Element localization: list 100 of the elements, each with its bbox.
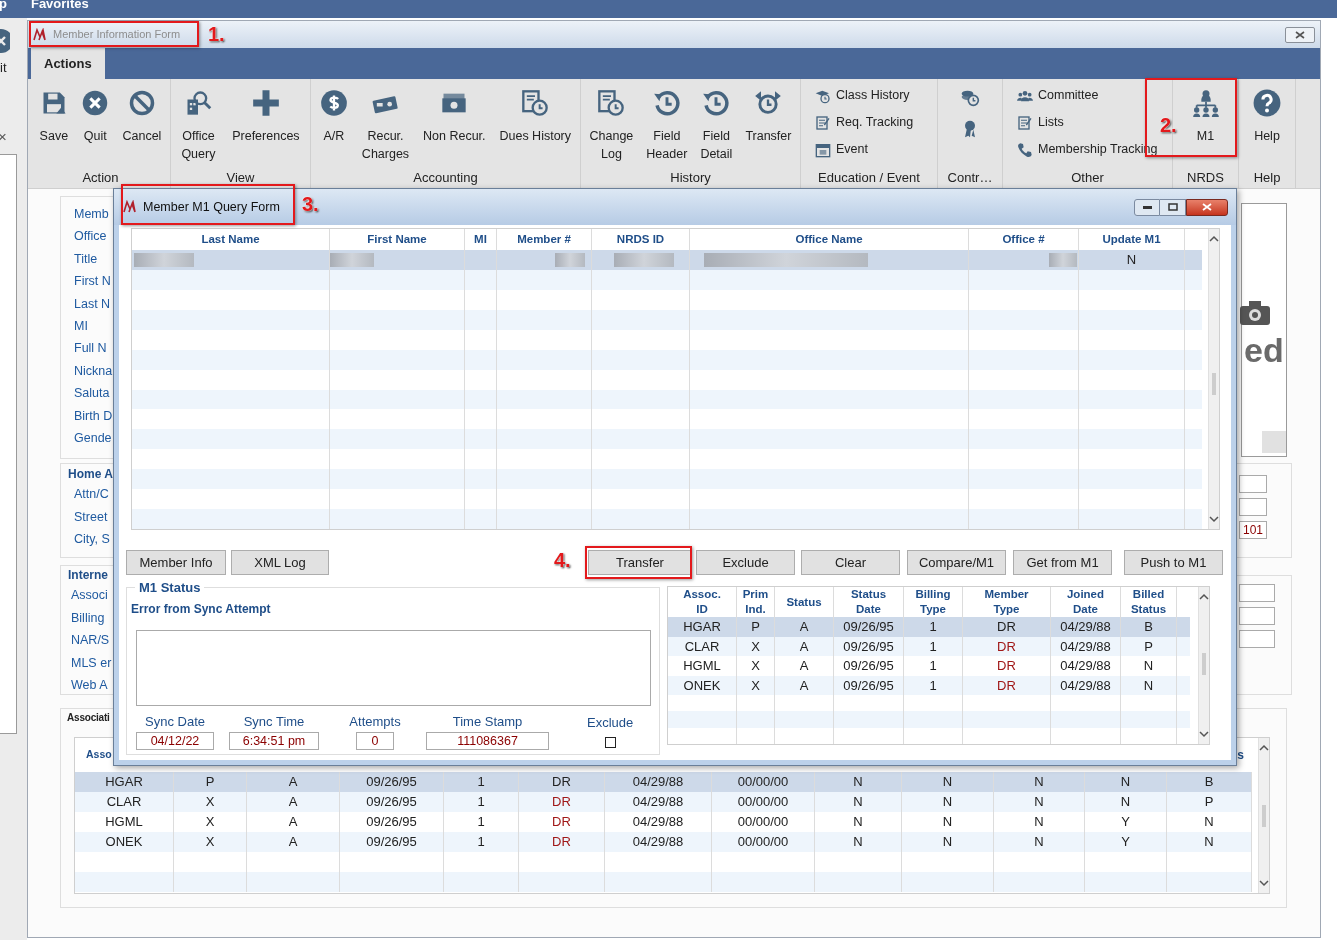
column-header: Status Date: [850, 587, 887, 618]
menu-item[interactable]: p: [0, 0, 7, 18]
table-row[interactable]: CLAR X A 09/26/95 1 DR 04/29/88 P: [668, 636, 1190, 657]
ribbon-button[interactable]: Office Query: [181, 89, 216, 163]
scrollbar-thumb[interactable]: [1262, 804, 1266, 827]
input-field[interactable]: 101: [1239, 521, 1267, 539]
scroll-up-icon[interactable]: [1209, 235, 1219, 242]
scrollbar[interactable]: [1258, 738, 1269, 893]
plus-icon: [251, 89, 280, 117]
column-header: Update M1: [1102, 231, 1161, 247]
table-cell-text: P: [1144, 637, 1153, 656]
table-cell-text: ONEK: [683, 676, 721, 695]
ribbon-button[interactable]: M1: [1191, 89, 1220, 145]
action-button[interactable]: Get from M1: [1013, 550, 1112, 575]
input-field[interactable]: [1239, 630, 1275, 648]
input-field[interactable]: 6:34:51 pm: [229, 732, 319, 750]
table-cell-text: X: [751, 676, 760, 695]
input-field[interactable]: [1239, 607, 1275, 625]
scroll-up-icon[interactable]: [1199, 593, 1209, 600]
table-cell-text: A: [288, 773, 298, 792]
table-cell-text: N: [1143, 657, 1154, 676]
ribbon-button[interactable]: Change Log: [589, 89, 634, 163]
scroll-up-icon[interactable]: [1259, 744, 1269, 751]
action-button[interactable]: Member Info: [126, 550, 226, 575]
annotation-number: 3.: [302, 192, 319, 216]
table-cell-text: 04/29/88: [1060, 676, 1111, 695]
column-header: Office #: [1002, 231, 1045, 247]
field-label: Saluta: [74, 385, 110, 403]
input-field[interactable]: 111086367: [426, 732, 549, 750]
table-cell-text: 04/29/88: [632, 833, 684, 852]
input-field[interactable]: [1239, 584, 1275, 602]
action-button[interactable]: Clear: [801, 550, 900, 575]
scroll-down-icon[interactable]: [1199, 731, 1209, 738]
scrollbar-thumb[interactable]: [1212, 373, 1216, 395]
scrollbar[interactable]: [1208, 229, 1219, 529]
scrollbar[interactable]: [1198, 587, 1209, 744]
table-cell-text: 09/26/95: [366, 833, 417, 852]
ribbon-button[interactable]: Dues History: [499, 89, 571, 145]
ribbon-group-label: Action: [81, 169, 120, 187]
field-label: Full N: [74, 340, 107, 358]
close-button[interactable]: [1285, 26, 1315, 43]
ribbon-button[interactable]: Field Detail: [700, 89, 733, 163]
ribbon-button[interactable]: Req. Tracking: [815, 112, 914, 133]
scroll-down-icon[interactable]: [1259, 880, 1269, 887]
table-cell-text: 04/29/88: [632, 773, 684, 792]
table-row[interactable]: ONEK X A 09/26/95 1 DR 04/29/88 N: [668, 675, 1190, 696]
minimize-button[interactable]: [1134, 198, 1160, 216]
ribbon-button[interactable]: Preferences: [232, 89, 300, 145]
input-field[interactable]: [1239, 498, 1267, 516]
input-field[interactable]: [1239, 475, 1267, 493]
ribbon-group-label: NRDS: [1186, 169, 1225, 187]
ribbon-button[interactable]: Cancel: [122, 89, 162, 145]
input-field[interactable]: 04/12/22: [136, 732, 214, 750]
exclude-checkbox[interactable]: [604, 737, 616, 748]
action-button[interactable]: Transfer: [588, 550, 692, 575]
ribbon-button[interactable]: Lists: [1017, 112, 1064, 133]
table-cell-text: 1: [929, 676, 937, 695]
table-row[interactable]: ONEK X A 09/26/95 1 DR 04/29/88 00/00/00 N N N Y N: [75, 832, 1252, 852]
history-icon: [652, 89, 681, 117]
table-row[interactable]: CLAR X A 09/26/95 1 DR 04/29/88 00/00/00 N N N N P: [75, 792, 1252, 812]
redacted-block: [614, 252, 674, 267]
table-cell-text: ONEK: [105, 833, 143, 852]
ribbon-button[interactable]: Committee: [1017, 85, 1099, 106]
table-cell-text: B: [1144, 618, 1153, 637]
table-row[interactable]: HGAR P A 09/26/95 1 DR 04/29/88 B: [668, 617, 1190, 637]
table-row[interactable]: HGAR P A 09/26/95 1 DR 04/29/88 00/00/00 N N N N B: [75, 772, 1252, 792]
table-cell-text: N: [942, 813, 953, 832]
redacted-block: [330, 252, 374, 267]
ribbon-button[interactable]: Recur. Charges: [361, 89, 410, 163]
scroll-down-icon[interactable]: [1209, 516, 1219, 523]
action-button[interactable]: Compare/M1: [907, 550, 1006, 575]
ribbon-button[interactable]: Quit: [81, 89, 110, 145]
field-label: Memb: [74, 206, 109, 223]
input-field[interactable]: 0: [356, 732, 394, 750]
table-cell-text: DR: [997, 657, 1016, 676]
table-cell-text: 09/26/95: [366, 793, 417, 812]
ribbon-button[interactable]: Help: [1253, 89, 1281, 145]
column-header: Billed Status: [1130, 587, 1167, 618]
table-row[interactable]: N: [132, 249, 1202, 270]
action-button[interactable]: XML Log: [231, 550, 329, 575]
ribbon-button[interactable]: Save: [39, 89, 69, 145]
table-cell-text: 09/26/95: [366, 813, 417, 832]
maximize-button[interactable]: [1160, 198, 1186, 216]
scrollbar-thumb[interactable]: [1202, 652, 1206, 675]
ribbon-tab[interactable]: Actions: [31, 48, 105, 79]
ribbon-button[interactable]: Non Recur.: [423, 89, 486, 145]
table-cell-text: Y: [1121, 833, 1130, 852]
redacted-block: [134, 252, 194, 267]
ribbon-button[interactable]: Field Header: [646, 89, 688, 163]
ribbon-button[interactable]: A/R: [319, 89, 348, 145]
action-button[interactable]: Exclude: [696, 550, 795, 575]
table-cell-text: A: [799, 618, 809, 637]
ribbon-button[interactable]: Event: [815, 139, 868, 160]
action-button[interactable]: Push to M1: [1124, 550, 1223, 575]
table-cell-text: N: [1034, 813, 1044, 832]
ribbon-button[interactable]: Transfer: [745, 89, 792, 145]
table-cell-text: X: [205, 813, 215, 832]
close-button[interactable]: [1186, 198, 1228, 216]
ribbon-button[interactable]: Class History: [815, 85, 910, 106]
column-header: MI: [474, 231, 487, 247]
